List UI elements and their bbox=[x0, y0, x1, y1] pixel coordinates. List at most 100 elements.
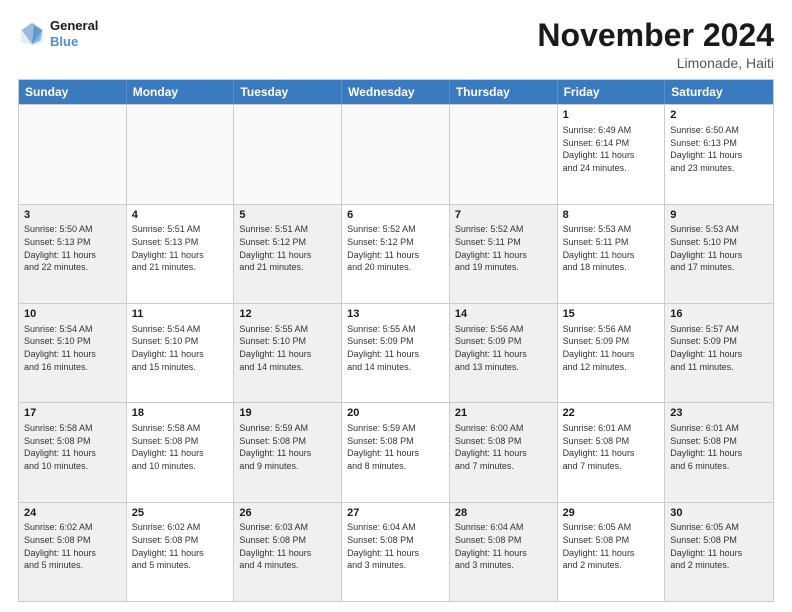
day-number: 21 bbox=[455, 406, 552, 421]
logo: General Blue bbox=[18, 18, 98, 49]
day-info: Sunrise: 5:59 AM Sunset: 5:08 PM Dayligh… bbox=[347, 422, 444, 472]
calendar-cell-day-25: 25Sunrise: 6:02 AM Sunset: 5:08 PM Dayli… bbox=[127, 503, 235, 601]
day-number: 12 bbox=[239, 307, 336, 322]
day-number: 22 bbox=[563, 406, 660, 421]
day-info: Sunrise: 6:01 AM Sunset: 5:08 PM Dayligh… bbox=[563, 422, 660, 472]
day-number: 23 bbox=[670, 406, 768, 421]
day-info: Sunrise: 6:04 AM Sunset: 5:08 PM Dayligh… bbox=[455, 521, 552, 571]
day-info: Sunrise: 5:58 AM Sunset: 5:08 PM Dayligh… bbox=[132, 422, 229, 472]
day-number: 5 bbox=[239, 208, 336, 223]
calendar-cell-day-15: 15Sunrise: 5:56 AM Sunset: 5:09 PM Dayli… bbox=[558, 304, 666, 402]
day-info: Sunrise: 6:49 AM Sunset: 6:14 PM Dayligh… bbox=[563, 124, 660, 174]
day-info: Sunrise: 5:55 AM Sunset: 5:09 PM Dayligh… bbox=[347, 323, 444, 373]
weekday-header-saturday: Saturday bbox=[665, 80, 773, 104]
day-info: Sunrise: 6:02 AM Sunset: 5:08 PM Dayligh… bbox=[24, 521, 121, 571]
day-info: Sunrise: 5:52 AM Sunset: 5:12 PM Dayligh… bbox=[347, 223, 444, 273]
day-info: Sunrise: 5:53 AM Sunset: 5:10 PM Dayligh… bbox=[670, 223, 768, 273]
day-info: Sunrise: 5:54 AM Sunset: 5:10 PM Dayligh… bbox=[132, 323, 229, 373]
calendar-row-5: 24Sunrise: 6:02 AM Sunset: 5:08 PM Dayli… bbox=[19, 502, 773, 601]
day-number: 13 bbox=[347, 307, 444, 322]
page: General Blue November 2024 Limonade, Hai… bbox=[0, 0, 792, 612]
calendar-cell-empty bbox=[450, 105, 558, 203]
calendar-cell-day-14: 14Sunrise: 5:56 AM Sunset: 5:09 PM Dayli… bbox=[450, 304, 558, 402]
day-number: 7 bbox=[455, 208, 552, 223]
calendar-cell-day-9: 9Sunrise: 5:53 AM Sunset: 5:10 PM Daylig… bbox=[665, 205, 773, 303]
weekday-header-friday: Friday bbox=[558, 80, 666, 104]
calendar-cell-day-3: 3Sunrise: 5:50 AM Sunset: 5:13 PM Daylig… bbox=[19, 205, 127, 303]
calendar-cell-day-30: 30Sunrise: 6:05 AM Sunset: 5:08 PM Dayli… bbox=[665, 503, 773, 601]
calendar-cell-day-21: 21Sunrise: 6:00 AM Sunset: 5:08 PM Dayli… bbox=[450, 403, 558, 501]
calendar-cell-day-28: 28Sunrise: 6:04 AM Sunset: 5:08 PM Dayli… bbox=[450, 503, 558, 601]
day-number: 6 bbox=[347, 208, 444, 223]
day-number: 17 bbox=[24, 406, 121, 421]
day-info: Sunrise: 5:51 AM Sunset: 5:13 PM Dayligh… bbox=[132, 223, 229, 273]
weekday-header-sunday: Sunday bbox=[19, 80, 127, 104]
day-number: 24 bbox=[24, 506, 121, 521]
day-number: 2 bbox=[670, 108, 768, 123]
day-info: Sunrise: 6:02 AM Sunset: 5:08 PM Dayligh… bbox=[132, 521, 229, 571]
calendar-cell-empty bbox=[19, 105, 127, 203]
day-number: 28 bbox=[455, 506, 552, 521]
weekday-header-thursday: Thursday bbox=[450, 80, 558, 104]
calendar-cell-day-6: 6Sunrise: 5:52 AM Sunset: 5:12 PM Daylig… bbox=[342, 205, 450, 303]
title-block: November 2024 Limonade, Haiti bbox=[537, 18, 774, 71]
day-number: 30 bbox=[670, 506, 768, 521]
weekday-header-monday: Monday bbox=[127, 80, 235, 104]
day-info: Sunrise: 5:57 AM Sunset: 5:09 PM Dayligh… bbox=[670, 323, 768, 373]
day-number: 15 bbox=[563, 307, 660, 322]
day-number: 27 bbox=[347, 506, 444, 521]
logo-icon bbox=[18, 20, 46, 48]
day-number: 3 bbox=[24, 208, 121, 223]
day-number: 18 bbox=[132, 406, 229, 421]
location: Limonade, Haiti bbox=[537, 55, 774, 71]
calendar-cell-day-10: 10Sunrise: 5:54 AM Sunset: 5:10 PM Dayli… bbox=[19, 304, 127, 402]
calendar-cell-day-20: 20Sunrise: 5:59 AM Sunset: 5:08 PM Dayli… bbox=[342, 403, 450, 501]
day-info: Sunrise: 6:04 AM Sunset: 5:08 PM Dayligh… bbox=[347, 521, 444, 571]
day-number: 4 bbox=[132, 208, 229, 223]
day-number: 1 bbox=[563, 108, 660, 123]
day-number: 25 bbox=[132, 506, 229, 521]
day-info: Sunrise: 6:05 AM Sunset: 5:08 PM Dayligh… bbox=[670, 521, 768, 571]
day-number: 9 bbox=[670, 208, 768, 223]
day-number: 14 bbox=[455, 307, 552, 322]
calendar-cell-day-7: 7Sunrise: 5:52 AM Sunset: 5:11 PM Daylig… bbox=[450, 205, 558, 303]
day-info: Sunrise: 6:50 AM Sunset: 6:13 PM Dayligh… bbox=[670, 124, 768, 174]
weekday-header-wednesday: Wednesday bbox=[342, 80, 450, 104]
day-info: Sunrise: 6:01 AM Sunset: 5:08 PM Dayligh… bbox=[670, 422, 768, 472]
calendar-cell-day-23: 23Sunrise: 6:01 AM Sunset: 5:08 PM Dayli… bbox=[665, 403, 773, 501]
calendar-row-2: 3Sunrise: 5:50 AM Sunset: 5:13 PM Daylig… bbox=[19, 204, 773, 303]
calendar-cell-day-19: 19Sunrise: 5:59 AM Sunset: 5:08 PM Dayli… bbox=[234, 403, 342, 501]
calendar-cell-empty bbox=[234, 105, 342, 203]
day-info: Sunrise: 5:59 AM Sunset: 5:08 PM Dayligh… bbox=[239, 422, 336, 472]
day-info: Sunrise: 6:00 AM Sunset: 5:08 PM Dayligh… bbox=[455, 422, 552, 472]
calendar-row-4: 17Sunrise: 5:58 AM Sunset: 5:08 PM Dayli… bbox=[19, 402, 773, 501]
day-info: Sunrise: 5:51 AM Sunset: 5:12 PM Dayligh… bbox=[239, 223, 336, 273]
calendar-cell-day-16: 16Sunrise: 5:57 AM Sunset: 5:09 PM Dayli… bbox=[665, 304, 773, 402]
day-number: 20 bbox=[347, 406, 444, 421]
calendar-cell-day-24: 24Sunrise: 6:02 AM Sunset: 5:08 PM Dayli… bbox=[19, 503, 127, 601]
day-number: 29 bbox=[563, 506, 660, 521]
day-number: 11 bbox=[132, 307, 229, 322]
calendar-cell-empty bbox=[127, 105, 235, 203]
day-info: Sunrise: 5:55 AM Sunset: 5:10 PM Dayligh… bbox=[239, 323, 336, 373]
calendar-body: 1Sunrise: 6:49 AM Sunset: 6:14 PM Daylig… bbox=[19, 104, 773, 601]
calendar-cell-day-27: 27Sunrise: 6:04 AM Sunset: 5:08 PM Dayli… bbox=[342, 503, 450, 601]
calendar-cell-day-17: 17Sunrise: 5:58 AM Sunset: 5:08 PM Dayli… bbox=[19, 403, 127, 501]
calendar-cell-day-12: 12Sunrise: 5:55 AM Sunset: 5:10 PM Dayli… bbox=[234, 304, 342, 402]
day-info: Sunrise: 5:56 AM Sunset: 5:09 PM Dayligh… bbox=[563, 323, 660, 373]
day-number: 8 bbox=[563, 208, 660, 223]
calendar-cell-day-11: 11Sunrise: 5:54 AM Sunset: 5:10 PM Dayli… bbox=[127, 304, 235, 402]
calendar-row-1: 1Sunrise: 6:49 AM Sunset: 6:14 PM Daylig… bbox=[19, 104, 773, 203]
calendar-cell-day-26: 26Sunrise: 6:03 AM Sunset: 5:08 PM Dayli… bbox=[234, 503, 342, 601]
calendar-row-3: 10Sunrise: 5:54 AM Sunset: 5:10 PM Dayli… bbox=[19, 303, 773, 402]
day-info: Sunrise: 6:05 AM Sunset: 5:08 PM Dayligh… bbox=[563, 521, 660, 571]
day-number: 26 bbox=[239, 506, 336, 521]
header: General Blue November 2024 Limonade, Hai… bbox=[18, 18, 774, 71]
day-info: Sunrise: 5:58 AM Sunset: 5:08 PM Dayligh… bbox=[24, 422, 121, 472]
day-number: 19 bbox=[239, 406, 336, 421]
calendar-cell-day-29: 29Sunrise: 6:05 AM Sunset: 5:08 PM Dayli… bbox=[558, 503, 666, 601]
month-title: November 2024 bbox=[537, 18, 774, 53]
calendar-cell-day-4: 4Sunrise: 5:51 AM Sunset: 5:13 PM Daylig… bbox=[127, 205, 235, 303]
logo-text: General Blue bbox=[50, 18, 98, 49]
calendar: SundayMondayTuesdayWednesdayThursdayFrid… bbox=[18, 79, 774, 602]
